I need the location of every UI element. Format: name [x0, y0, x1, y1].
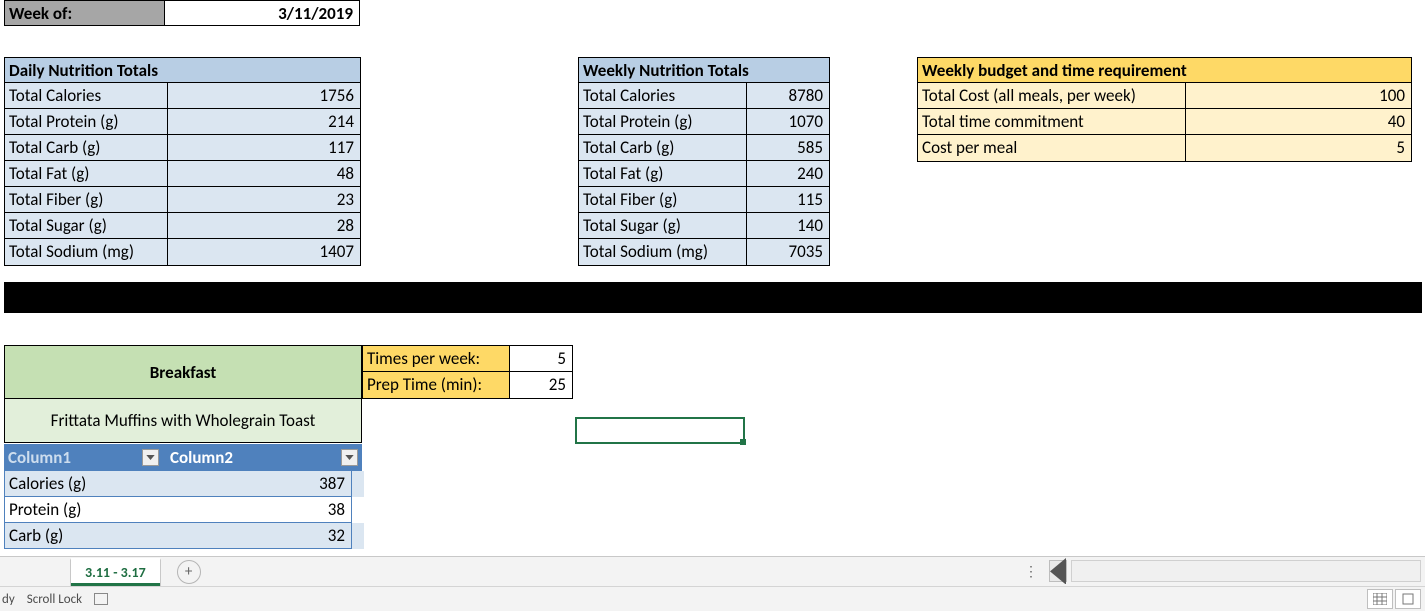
sheet-tab-bar: 3.11 - 3.17 + ⋮ [0, 556, 1425, 586]
table-row[interactable]: Total Calories [5, 83, 168, 108]
table-row[interactable]: 100 [1186, 83, 1411, 108]
table-row[interactable]: 40 [1186, 109, 1411, 134]
meal-name-cell[interactable]: Frittata Muffins with Wholegrain Toast [4, 399, 362, 443]
meal-nutrition-table: Column1 Column2 Calories (g)387 Protein … [4, 444, 364, 549]
table-row[interactable]: 8780 [747, 83, 829, 108]
table-row[interactable]: 5 [1186, 135, 1411, 161]
table-row[interactable]: Total Fat (g) [579, 161, 747, 186]
table-row[interactable]: 38 [159, 497, 352, 523]
chevron-down-icon [345, 455, 354, 460]
sheet-tab-active[interactable]: 3.11 - 3.17 [70, 558, 161, 586]
column1-label: Column1 [8, 447, 71, 468]
table-row[interactable]: 1756 [168, 83, 360, 108]
table-row[interactable]: Cost per meal [918, 135, 1186, 161]
column1-header[interactable]: Column1 [4, 444, 164, 471]
status-scroll-lock: Scroll Lock [27, 592, 82, 607]
weekly-nutrition-header[interactable]: Weekly Nutrition Totals [579, 58, 829, 83]
table-row[interactable]: Total Fiber (g) [579, 187, 747, 212]
table-row[interactable]: 25 [510, 372, 572, 398]
table-row[interactable]: 387 [159, 471, 352, 497]
table-row[interactable]: 1407 [168, 239, 360, 265]
table-row[interactable]: Total Sodium (mg) [5, 239, 168, 265]
weekly-nutrition-table: Weekly Nutrition Totals Total Calories87… [578, 57, 830, 266]
worksheet-area[interactable]: Week of: 3/11/2019 Daily Nutrition Total… [0, 0, 1425, 556]
table-row[interactable]: Total Sugar (g) [579, 213, 747, 238]
table-row[interactable]: 240 [747, 161, 829, 186]
table-row[interactable]: 32 [159, 523, 352, 549]
table-row[interactable]: Total Carb (g) [5, 135, 168, 160]
table-row[interactable]: Times per week: [363, 346, 510, 371]
triangle-left-icon [1050, 558, 1066, 585]
table-row[interactable]: Total Sugar (g) [5, 213, 168, 238]
table-row[interactable]: 140 [747, 213, 829, 238]
table-row[interactable]: 48 [168, 161, 360, 186]
table-row[interactable]: 585 [747, 135, 829, 160]
budget-table: Weekly budget and time requirement Total… [917, 57, 1412, 162]
horizontal-scrollbar[interactable]: ⋮ [1024, 560, 1421, 582]
page-icon [1401, 593, 1415, 605]
macro-record-icon[interactable] [94, 593, 108, 605]
chevron-down-icon [146, 455, 155, 460]
column2-label: Column2 [170, 447, 233, 468]
table-row[interactable]: Total Carb (g) [579, 135, 747, 160]
table-row[interactable]: Total Cost (all meals, per week) [918, 83, 1186, 108]
daily-nutrition-header[interactable]: Daily Nutrition Totals [5, 58, 360, 83]
table-row[interactable]: 23 [168, 187, 360, 212]
table-row[interactable]: Calories (g) [4, 471, 159, 497]
column1-filter-dropdown[interactable] [142, 449, 159, 466]
table-row[interactable]: Carb (g) [4, 523, 159, 549]
budget-header[interactable]: Weekly budget and time requirement [918, 58, 1411, 83]
table-row[interactable]: Total time commitment [918, 109, 1186, 134]
table-row[interactable]: Total Sodium (mg) [579, 239, 747, 265]
table-row[interactable]: Total Protein (g) [579, 109, 747, 134]
table-row[interactable]: 28 [168, 213, 360, 238]
table-row[interactable]: 115 [747, 187, 829, 212]
column2-filter-dropdown[interactable] [341, 449, 358, 466]
times-table: Times per week:5 Prep Time (min):25 [362, 345, 573, 399]
weekof-label-cell[interactable]: Week of: [4, 0, 164, 26]
breakfast-header-cell[interactable]: Breakfast [4, 345, 362, 399]
divider-bar [4, 282, 1422, 313]
table-row[interactable]: 214 [168, 109, 360, 134]
status-bar: dy Scroll Lock [0, 586, 1425, 611]
scroll-track[interactable] [1071, 560, 1421, 582]
daily-nutrition-table: Daily Nutrition Totals Total Calories175… [4, 57, 361, 266]
plus-icon: + [185, 563, 192, 581]
status-ready: dy [2, 592, 15, 607]
weekof-date-cell[interactable]: 3/11/2019 [164, 0, 360, 26]
splitter-handle[interactable]: ⋮ [1024, 563, 1039, 580]
table-row[interactable]: Total Fat (g) [5, 161, 168, 186]
table-row[interactable]: Total Calories [579, 83, 747, 108]
add-sheet-button[interactable]: + [177, 560, 201, 584]
active-cell-outline[interactable] [575, 417, 745, 444]
table-row[interactable]: 7035 [747, 239, 829, 265]
table-row[interactable]: Protein (g) [4, 497, 159, 523]
column2-header[interactable]: Column2 [164, 444, 362, 471]
view-page-layout-button[interactable] [1395, 589, 1421, 609]
table-row[interactable]: 5 [510, 346, 572, 371]
table-row[interactable]: Total Fiber (g) [5, 187, 168, 212]
table-row[interactable]: 117 [168, 135, 360, 160]
view-normal-button[interactable] [1367, 589, 1393, 609]
table-row[interactable]: Total Protein (g) [5, 109, 168, 134]
scroll-left-button[interactable] [1049, 560, 1067, 582]
table-row[interactable]: 1070 [747, 109, 829, 134]
table-row[interactable]: Prep Time (min): [363, 372, 510, 398]
grid-icon [1373, 593, 1387, 605]
